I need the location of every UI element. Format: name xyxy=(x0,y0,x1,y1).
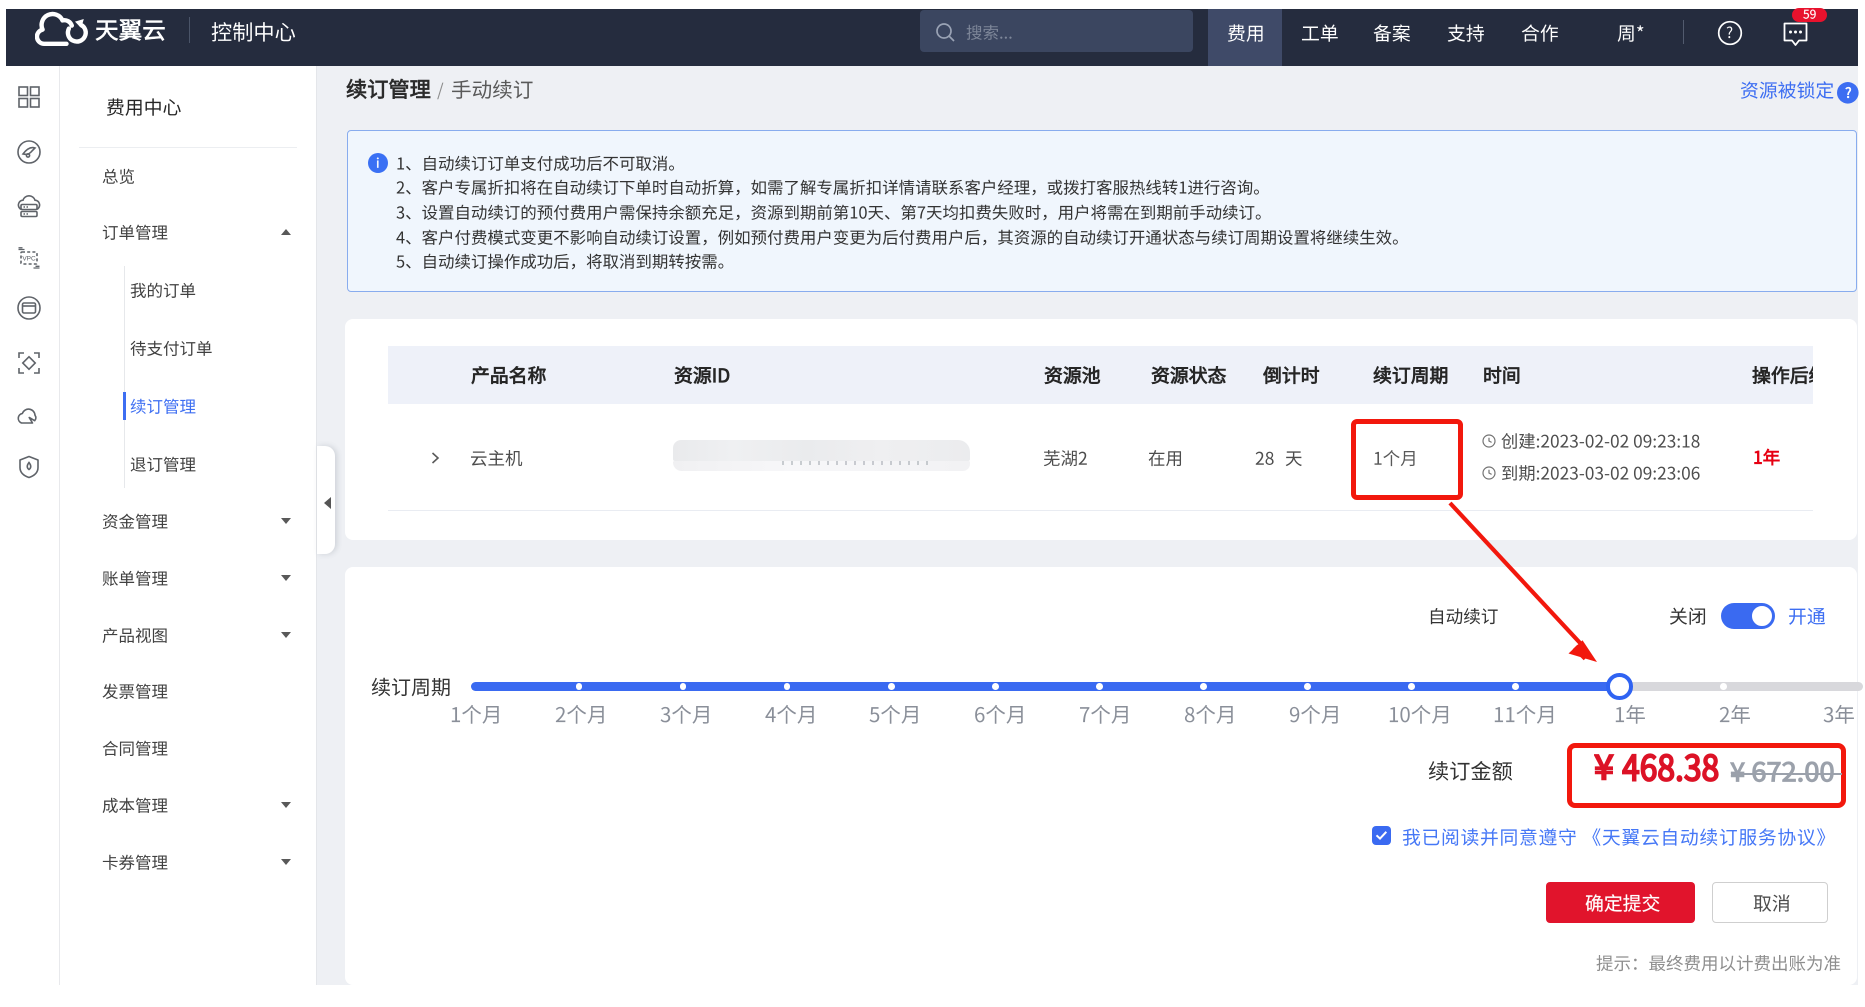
svg-text:VPC: VPC xyxy=(22,256,36,263)
